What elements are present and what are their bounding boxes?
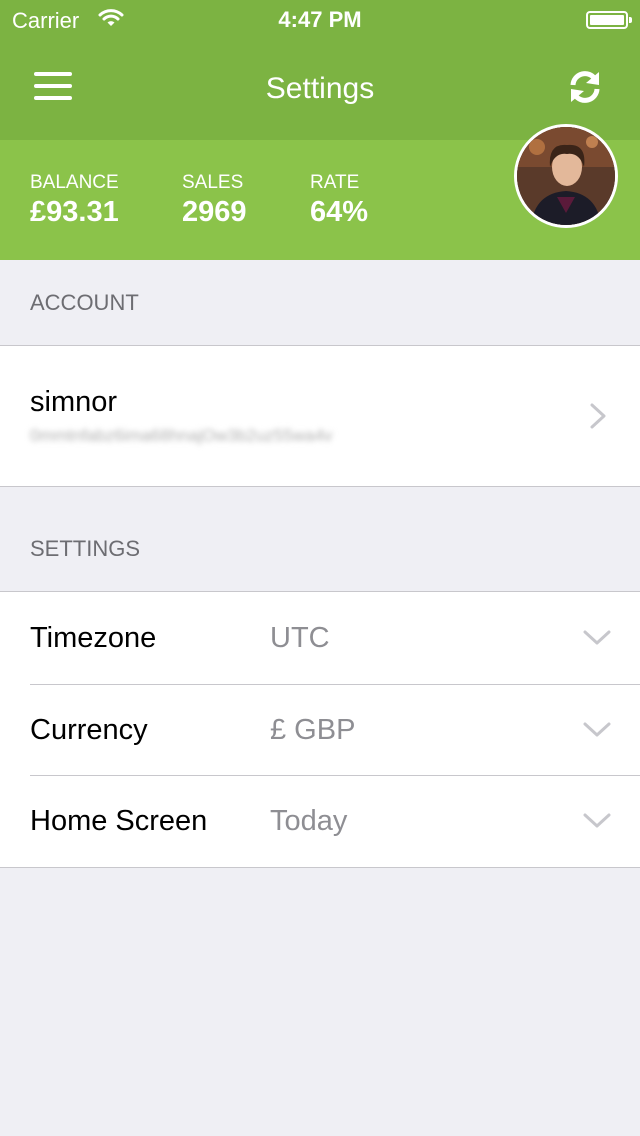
sales-stat: SALES 2969 — [182, 172, 247, 228]
account-row[interactable]: simnor 0mmtnfabz6ima68hnajOw3b2uz55wa4v — [0, 345, 640, 487]
rate-stat: RATE 64% — [310, 172, 368, 228]
settings-row-currency[interactable]: Currency £ GBP — [0, 684, 640, 776]
row-label: Currency — [30, 714, 148, 746]
chevron-down-icon — [582, 720, 612, 745]
row-label: Home Screen — [30, 805, 208, 837]
page-title: Settings — [265, 72, 375, 105]
row-value: UTC — [270, 622, 330, 654]
settings-section-header: SETTINGS — [30, 536, 141, 561]
refresh-icon[interactable] — [566, 68, 604, 106]
settings-row-timezone[interactable]: Timezone UTC — [0, 592, 640, 684]
chevron-down-icon — [582, 628, 612, 653]
row-value: Today — [270, 805, 348, 837]
rate-label: RATE — [310, 172, 360, 193]
row-value: £ GBP — [270, 714, 356, 746]
sales-label: SALES — [182, 172, 244, 193]
battery-icon — [586, 11, 632, 29]
account-api-key: 0mmtnfabz6ima68hnajOw3b2uz55wa4v — [30, 426, 333, 445]
account-username: simnor — [30, 386, 118, 418]
row-label: Timezone — [30, 622, 157, 654]
settings-group: Timezone UTC Currency £ GBP Home Screen … — [0, 591, 640, 868]
balance-value: £93.31 — [30, 196, 119, 228]
settings-row-home-screen[interactable]: Home Screen Today — [0, 775, 640, 867]
avatar[interactable] — [514, 124, 618, 228]
nav-bar: Carrier 4:47 PM Settings — [0, 0, 640, 140]
account-section-header: ACCOUNT — [30, 290, 139, 315]
status-time: 4:47 PM — [278, 7, 362, 32]
sales-value: 2969 — [182, 196, 247, 228]
balance-stat: BALANCE £93.31 — [30, 172, 119, 228]
rate-value: 64% — [310, 196, 369, 228]
balance-label: BALANCE — [30, 172, 119, 193]
status-bar: Carrier 4:47 PM — [0, 0, 640, 40]
chevron-down-icon — [582, 811, 612, 836]
chevron-right-icon — [588, 401, 608, 436]
